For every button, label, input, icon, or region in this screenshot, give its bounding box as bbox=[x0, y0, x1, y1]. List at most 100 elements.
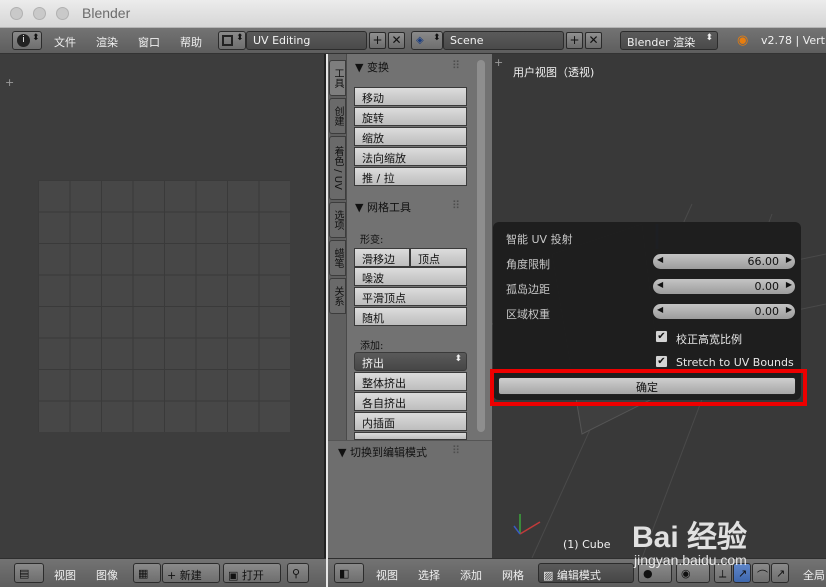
pin-button[interactable]: ⚲ bbox=[287, 563, 309, 583]
move-button[interactable]: 移动 bbox=[354, 87, 467, 106]
decrement-arrow-icon[interactable]: ◀ bbox=[657, 280, 663, 289]
tab-shading-uv[interactable]: 着色 / UV bbox=[329, 136, 346, 200]
screen-layout-selector[interactable]: ⬍ bbox=[218, 31, 246, 50]
collapse-triangle-icon: ▼ bbox=[355, 61, 364, 74]
viewport-label: 用户视图（透视) bbox=[513, 66, 595, 79]
island-margin-label: 孤岛边距 bbox=[506, 283, 550, 296]
updown-icon: ⬍ bbox=[236, 33, 244, 43]
menu-view[interactable]: 视图 bbox=[376, 567, 398, 583]
slide-edge-button[interactable]: 滑移边线 bbox=[354, 248, 410, 282]
transform-orientation-dropdown[interactable]: 全局 bbox=[803, 567, 825, 583]
angle-limit-value: 66.00 bbox=[747, 255, 780, 268]
angle-limit-field[interactable]: ◀ 66.00 ▶ bbox=[652, 253, 796, 270]
menu-view[interactable]: 视图 bbox=[54, 567, 76, 583]
tool-shelf-scrollbar[interactable] bbox=[477, 60, 485, 432]
normal-scale-button[interactable]: 法向缩放 bbox=[354, 147, 467, 166]
tab-relations[interactable]: 关系 bbox=[329, 278, 346, 314]
menu-image[interactable]: 图像 bbox=[96, 567, 118, 583]
info-icon: i bbox=[17, 34, 30, 47]
operator-panel: ▼ 切换到编辑模式 ⠿ bbox=[328, 440, 492, 558]
mesh-tools-panel-header[interactable]: ▼ 网格工具 bbox=[355, 199, 411, 215]
smooth-vertex-button[interactable]: 平滑顶点 bbox=[354, 287, 467, 306]
updown-icon: ⬍ bbox=[454, 354, 462, 364]
mode-dropdown[interactable]: ▨ 编辑模式 bbox=[538, 563, 634, 583]
menu-help[interactable]: 帮助 bbox=[180, 34, 202, 50]
render-engine-dropdown[interactable]: Blender 渲染 ⬍ bbox=[620, 31, 718, 50]
increment-arrow-icon[interactable]: ▶ bbox=[786, 255, 792, 264]
island-margin-value: 0.00 bbox=[754, 280, 780, 293]
minimize-window-button[interactable] bbox=[33, 7, 46, 20]
folder-icon: ▣ bbox=[228, 569, 242, 582]
image-editor-icon: ▤ bbox=[19, 567, 30, 580]
tool-shelf-tabs: 工具 创建 着色 / UV 选项 蜡笔 关系 bbox=[328, 54, 347, 440]
rotate-manipulator-button[interactable]: ⌒ bbox=[752, 563, 770, 583]
active-object-label: (1) Cube bbox=[563, 538, 611, 551]
extrude-individual-button[interactable]: 各自挤出 bbox=[354, 392, 467, 411]
tab-tools[interactable]: 工具 bbox=[329, 60, 346, 96]
new-image-button[interactable]: + 新建 bbox=[162, 563, 220, 583]
menu-window[interactable]: 窗口 bbox=[138, 34, 160, 50]
menu-add[interactable]: 添加 bbox=[460, 567, 482, 583]
operator-panel-title: 切换到编辑模式 bbox=[349, 446, 427, 459]
menu-file[interactable]: 文件 bbox=[54, 34, 76, 50]
correct-aspect-checkbox[interactable]: ✔ bbox=[655, 330, 668, 343]
zoom-window-button[interactable] bbox=[56, 7, 69, 20]
add-scene-button[interactable]: + bbox=[566, 32, 583, 49]
render-engine-value: Blender 渲染 bbox=[627, 36, 696, 49]
open-image-button[interactable]: ▣ 打开 bbox=[223, 563, 281, 583]
menu-render[interactable]: 渲染 bbox=[96, 34, 118, 50]
drag-handle-icon[interactable]: ⠿ bbox=[452, 199, 460, 212]
more-tools-button[interactable] bbox=[354, 432, 467, 440]
decrement-arrow-icon[interactable]: ◀ bbox=[657, 305, 663, 314]
uv-grid[interactable] bbox=[38, 180, 290, 432]
uv-image-editor[interactable]: + bbox=[0, 54, 326, 558]
push-pull-button[interactable]: 推 / 拉 bbox=[354, 167, 467, 186]
cube-icon: ◧ bbox=[339, 567, 350, 580]
transform-panel-header[interactable]: ▼ 变换 bbox=[355, 59, 389, 75]
info-header: i ⬍ 文件 渲染 窗口 帮助 ⬍ UV Editing + ✕ ◈ ⬍ Sce… bbox=[0, 28, 826, 54]
menu-mesh[interactable]: 网格 bbox=[502, 567, 524, 583]
correct-aspect-label: 校正高宽比例 bbox=[676, 333, 742, 346]
extrude-region-button[interactable]: 整体挤出 bbox=[354, 372, 467, 391]
area-split-icon[interactable]: + bbox=[5, 76, 14, 89]
drag-handle-icon[interactable]: ⠿ bbox=[452, 444, 460, 457]
delete-scene-button[interactable]: ✕ bbox=[585, 32, 602, 49]
rotate-button[interactable]: 旋转 bbox=[354, 107, 467, 126]
editor-type-info-button[interactable]: i ⬍ bbox=[12, 31, 42, 50]
screen-layout-name-field[interactable]: UV Editing bbox=[246, 31, 367, 50]
randomize-button[interactable]: 随机 bbox=[354, 307, 467, 326]
scale-button[interactable]: 缩放 bbox=[354, 127, 467, 146]
operator-panel-header[interactable]: ▼ 切换到编辑模式 bbox=[338, 444, 427, 460]
scale-manipulator-button[interactable]: ↗ bbox=[771, 563, 789, 583]
scene-name-field[interactable]: Scene bbox=[443, 31, 564, 50]
tab-create[interactable]: 创建 bbox=[329, 98, 346, 134]
close-window-button[interactable] bbox=[10, 7, 23, 20]
island-margin-field[interactable]: ◀ 0.00 ▶ bbox=[652, 278, 796, 295]
axis-gizmo bbox=[513, 514, 541, 535]
delete-screen-button[interactable]: ✕ bbox=[388, 32, 405, 49]
noise-button[interactable]: 噪波 bbox=[354, 267, 467, 286]
scale-arrow-icon: ↗ bbox=[776, 567, 786, 580]
editor-type-image-button[interactable]: ▤ bbox=[14, 563, 44, 583]
drag-handle-icon[interactable]: ⠿ bbox=[452, 59, 460, 72]
updown-icon: ⬍ bbox=[433, 33, 441, 43]
inset-faces-button[interactable]: 内插面 bbox=[354, 412, 467, 431]
menu-select[interactable]: 选择 bbox=[418, 567, 440, 583]
extrude-dropdown[interactable]: 挤出 ⬍ bbox=[354, 352, 467, 371]
image-browse-icon: ▦ bbox=[138, 567, 149, 580]
increment-arrow-icon[interactable]: ▶ bbox=[786, 305, 792, 314]
new-image-label: 新建 bbox=[179, 569, 202, 582]
editor-type-3d-button[interactable]: ◧ bbox=[334, 563, 364, 583]
baidu-watermark: Bai 经验 bbox=[632, 521, 748, 554]
angle-limit-label: 角度限制 bbox=[506, 258, 550, 271]
slide-vertex-button[interactable]: 顶点 bbox=[410, 248, 467, 267]
stretch-to-uv-bounds-checkbox[interactable]: ✔ bbox=[655, 355, 668, 368]
add-screen-button[interactable]: + bbox=[369, 32, 386, 49]
image-browse-button[interactable]: ▦ bbox=[133, 563, 161, 583]
tab-grease-pencil[interactable]: 蜡笔 bbox=[329, 240, 346, 276]
tab-options[interactable]: 选项 bbox=[329, 202, 346, 238]
decrement-arrow-icon[interactable]: ◀ bbox=[657, 255, 663, 264]
increment-arrow-icon[interactable]: ▶ bbox=[786, 280, 792, 289]
area-weight-field[interactable]: ◀ 0.00 ▶ bbox=[652, 303, 796, 320]
scene-selector[interactable]: ◈ ⬍ bbox=[411, 31, 443, 50]
